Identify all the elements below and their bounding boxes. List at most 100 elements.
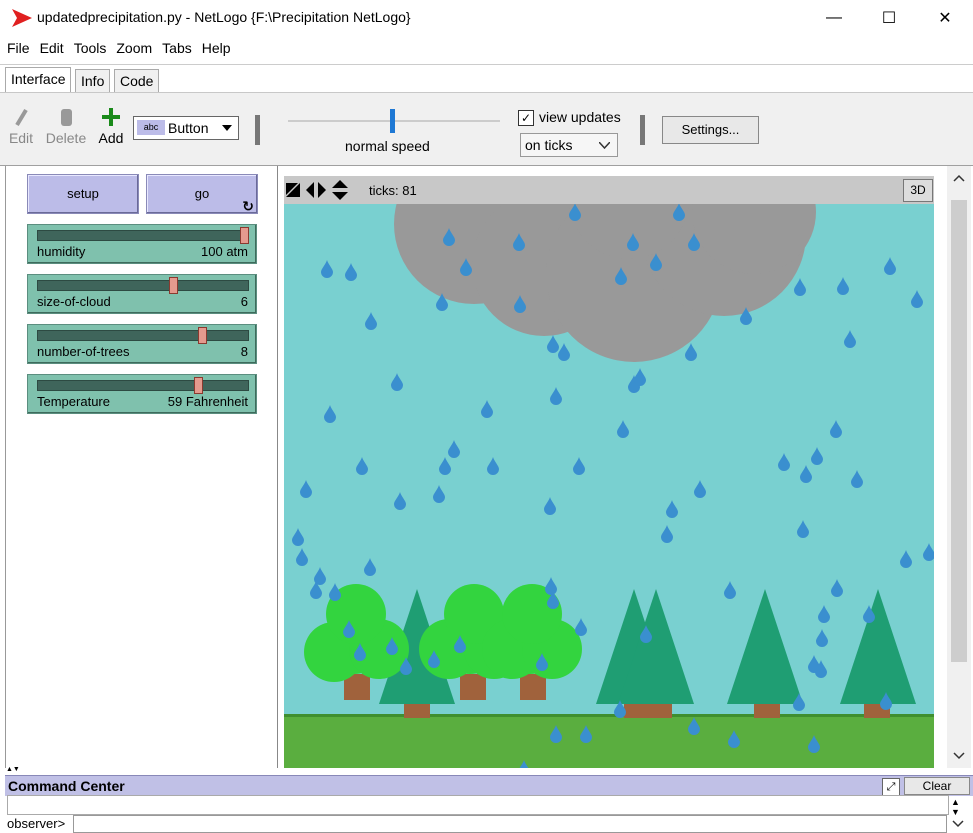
pine-tree (840, 589, 916, 704)
chevron-down-icon[interactable] (952, 820, 964, 828)
raindrop (487, 457, 499, 475)
world-view[interactable] (284, 204, 934, 768)
number-of-trees-slider[interactable]: number-of-trees 8 (27, 324, 257, 364)
raindrop (900, 550, 912, 568)
raindrop (558, 343, 570, 361)
slider-thumb[interactable] (198, 327, 207, 344)
tab-interface[interactable]: Interface (5, 67, 72, 93)
left-right-arrows-icon[interactable] (306, 182, 326, 198)
menu-edit[interactable]: Edit (37, 38, 67, 58)
tree-trunk (460, 674, 486, 700)
raindrop (544, 497, 556, 515)
menu-file[interactable]: File (4, 38, 33, 58)
raindrop (794, 278, 806, 296)
window-title: updatedprecipitation.py - NetLogo {F:\Pr… (37, 9, 411, 25)
size-of-cloud-slider[interactable]: size-of-cloud 6 (27, 274, 257, 314)
tab-info[interactable]: Info (75, 69, 111, 92)
raindrop (724, 581, 736, 599)
speed-label: normal speed (345, 138, 430, 154)
observer-prompt[interactable]: observer> (7, 816, 65, 831)
close-button[interactable]: ✕ (922, 0, 968, 36)
raindrop (329, 583, 341, 601)
command-output (7, 795, 949, 815)
splitter-arrows-icon[interactable]: ▲▼ (6, 766, 36, 774)
command-center-title: Command Center (8, 778, 125, 794)
raindrop (634, 368, 646, 386)
toolbar-separator (640, 115, 645, 145)
menu-tabs[interactable]: Tabs (159, 38, 195, 58)
raindrop (797, 520, 809, 538)
delete-tool[interactable]: Delete (44, 107, 88, 146)
slider-track (37, 280, 249, 291)
clear-button[interactable]: Clear (904, 777, 970, 795)
slider-value: 6 (240, 294, 248, 309)
add-tool[interactable]: Add (96, 107, 126, 146)
tab-row: Interface Info Code (0, 64, 973, 93)
setup-button[interactable]: setup (27, 174, 139, 214)
ground-edge (284, 714, 934, 717)
slider-value: 8 (240, 344, 248, 359)
raindrop (778, 453, 790, 471)
raindrop (831, 579, 843, 597)
output-scroll-icon[interactable]: ▲ ▼ (951, 797, 960, 817)
raindrop (811, 447, 823, 465)
expand-icon[interactable]: ⤢ (882, 778, 900, 796)
humidity-slider[interactable]: humidity 100 atm (27, 224, 257, 264)
widget-panel: setup go ↻ humidity 100 atm size-of-clou… (5, 166, 274, 768)
raindrop (837, 277, 849, 295)
interface-toolbar: Edit Delete Add abc Button normal speed … (0, 92, 973, 166)
scrollbar-thumb[interactable] (951, 200, 967, 662)
edit-label: Edit (8, 130, 34, 146)
maximize-button[interactable]: ☐ (866, 0, 912, 36)
menu-help[interactable]: Help (199, 38, 234, 58)
pine-tree (727, 589, 803, 704)
raindrop (356, 457, 368, 475)
speed-slider-thumb[interactable] (390, 109, 395, 133)
raindrop (324, 405, 336, 423)
slider-thumb[interactable] (240, 227, 249, 244)
raindrop (433, 485, 445, 503)
menu-zoom[interactable]: Zoom (113, 38, 155, 58)
raindrop (391, 373, 403, 391)
command-center-header: Command Center ⤢ Clear (5, 775, 973, 796)
minimize-button[interactable]: — (811, 0, 857, 36)
button-widget-icon: abc (137, 120, 165, 135)
resize-icon[interactable] (286, 183, 300, 197)
pencil-icon (15, 108, 28, 127)
slider-value: 59 Fahrenheit (167, 394, 248, 409)
raindrop (923, 543, 934, 561)
update-mode-dropdown[interactable]: on ticks (520, 133, 618, 157)
raindrop (818, 605, 830, 623)
command-input[interactable] (73, 815, 947, 833)
raindrop (547, 335, 559, 353)
3d-button[interactable]: 3D (903, 179, 933, 202)
up-down-arrows-icon[interactable] (332, 180, 348, 200)
view-updates-checkbox[interactable]: ✓ (518, 110, 534, 126)
widget-type-label: Button (168, 120, 209, 136)
raindrop (911, 290, 923, 308)
settings-button[interactable]: Settings... (662, 116, 759, 144)
tab-code[interactable]: Code (114, 69, 160, 92)
raindrop (851, 470, 863, 488)
slider-label: humidity (37, 244, 86, 259)
scroll-up-icon[interactable] (953, 174, 965, 182)
temperature-slider[interactable]: Temperature 59 Fahrenheit (27, 374, 257, 414)
view-updates-label: view updates (539, 109, 621, 125)
slider-track (37, 380, 249, 391)
menu-tools[interactable]: Tools (71, 38, 110, 58)
edit-tool[interactable]: Edit (6, 107, 36, 146)
forever-icon: ↻ (242, 198, 254, 214)
widget-type-dropdown[interactable]: abc Button (133, 116, 239, 140)
raindrop (800, 465, 812, 483)
title-bar: updatedprecipitation.py - NetLogo {F:\Pr… (0, 0, 973, 36)
slider-thumb[interactable] (168, 277, 178, 294)
go-button[interactable]: go ↻ (146, 174, 258, 214)
toolbar-separator (255, 115, 260, 145)
vertical-scrollbar[interactable] (947, 166, 971, 768)
raindrop (545, 577, 557, 595)
slider-thumb[interactable] (193, 377, 203, 394)
chevron-down-icon (599, 142, 610, 149)
scroll-down-icon[interactable] (953, 752, 965, 760)
slider-value: 100 atm (201, 244, 248, 259)
raindrop (365, 312, 377, 330)
